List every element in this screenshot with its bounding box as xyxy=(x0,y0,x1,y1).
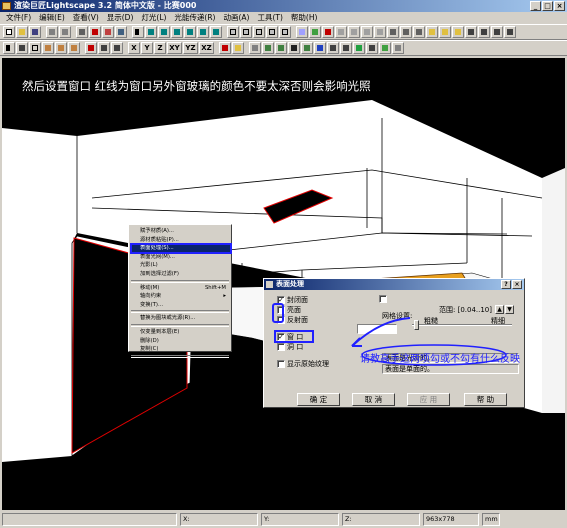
status-x: X: xyxy=(180,512,258,526)
status-bar: X: Y: Z: 963x778 mm xyxy=(0,510,567,528)
status-y: Y: xyxy=(261,512,339,526)
status-unit: mm xyxy=(482,512,500,526)
status-message xyxy=(2,512,177,526)
status-size: 963x778 xyxy=(423,512,479,526)
annotation-arrows xyxy=(351,317,507,366)
blue-question-note: 请教高手这两项勾或不勾有什么反映 xyxy=(360,354,520,365)
status-z: Z: xyxy=(342,512,420,526)
